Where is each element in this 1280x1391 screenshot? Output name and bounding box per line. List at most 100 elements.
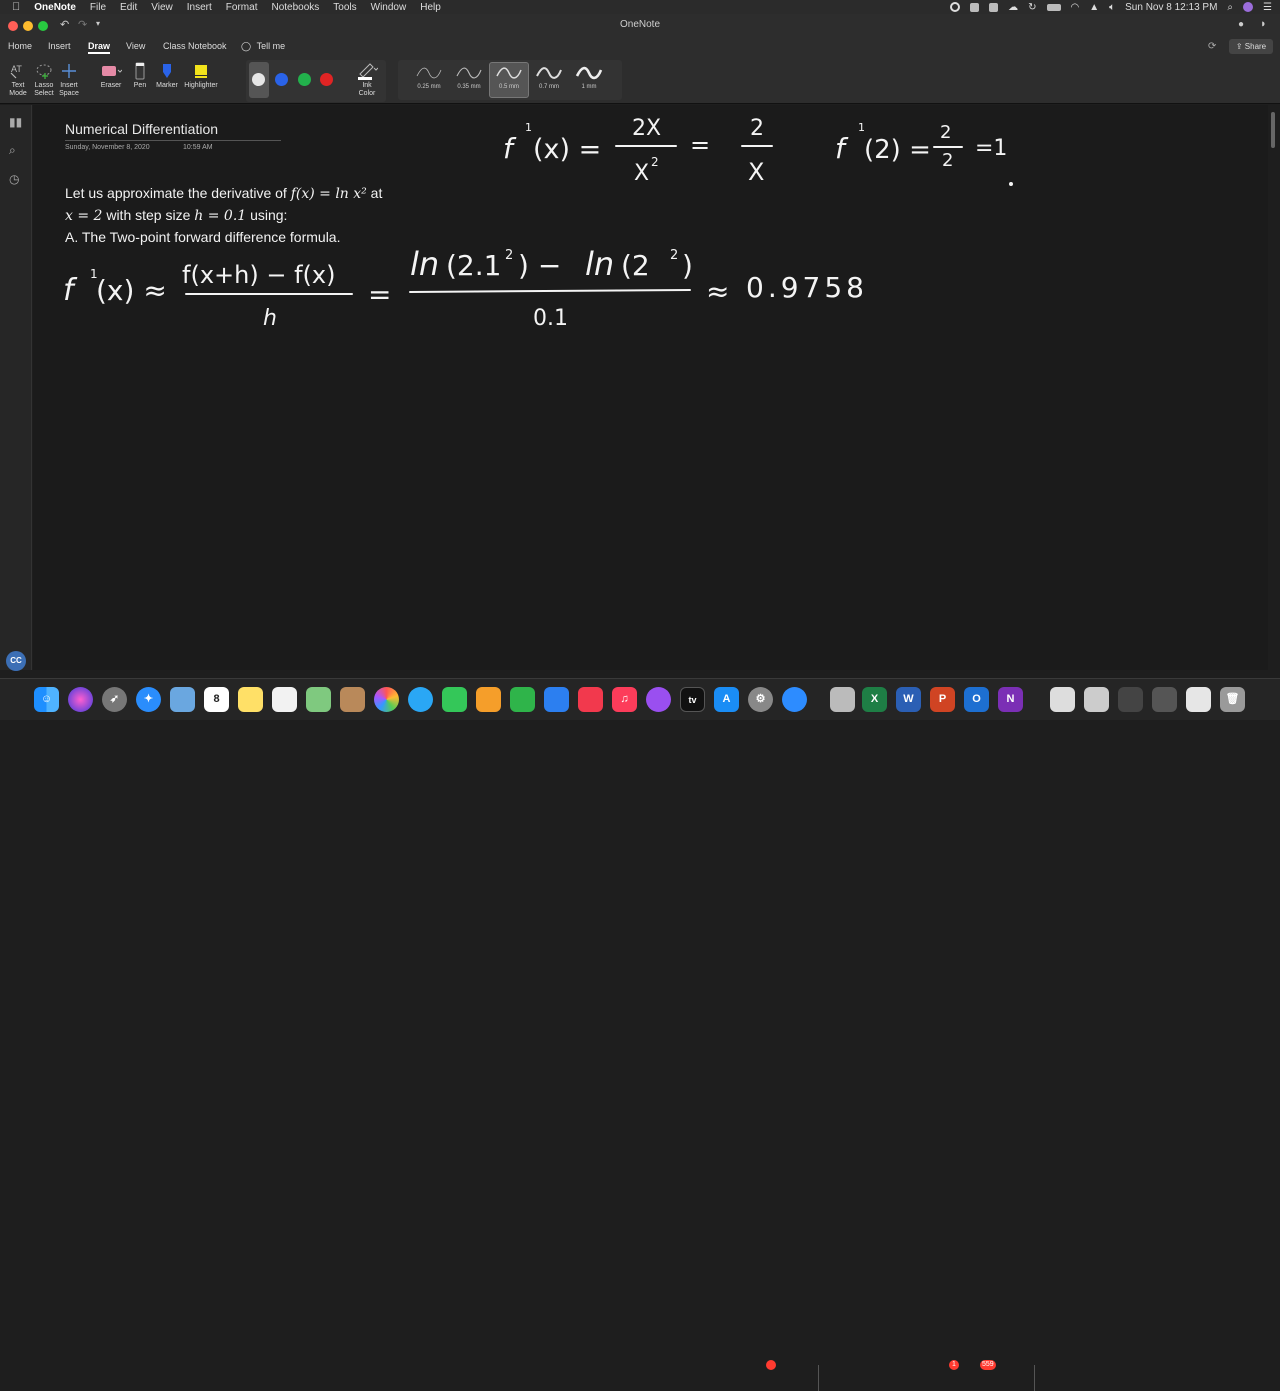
- excel-icon: X: [870, 693, 879, 705]
- captions-button[interactable]: CC: [6, 651, 26, 671]
- ribbon-tabs: Home Insert Draw View Class Notebook ◯ T…: [0, 38, 1280, 56]
- pen-size-0-35[interactable]: 0.35 mm: [449, 64, 489, 90]
- menu-app-name[interactable]: OneNote: [34, 2, 76, 13]
- dock-outlook[interactable]: O: [964, 687, 989, 712]
- tab-draw[interactable]: Draw: [88, 41, 111, 54]
- screen-icon[interactable]: [970, 2, 980, 12]
- menu-help[interactable]: Help: [420, 2, 441, 13]
- dock-documents[interactable]: [1050, 687, 1075, 712]
- dock-safari[interactable]: ✦: [136, 687, 161, 712]
- handwritten-ink[interactable]: f 1 (x) = 2X X 2 = 2 X f 1 (2) = 2 2 =1 …: [33, 105, 1268, 670]
- ink-color-blue[interactable]: [275, 73, 288, 86]
- dock-numbers[interactable]: [510, 687, 535, 712]
- dock-powerpoint[interactable]: P: [930, 687, 955, 712]
- dock-siri[interactable]: [68, 687, 93, 712]
- svg-text:=1: =1: [975, 136, 1007, 161]
- menu-insert[interactable]: Insert: [187, 2, 212, 13]
- share-icon: ⇪: [1235, 42, 1243, 51]
- pen-size-0-5[interactable]: 0.5 mm: [489, 64, 529, 90]
- svg-text:(x) ≈: (x) ≈: [96, 274, 167, 307]
- pen-button[interactable]: Pen: [130, 62, 150, 90]
- dock-reminders[interactable]: [272, 687, 297, 712]
- menu-file[interactable]: File: [90, 2, 106, 13]
- cloud-icon[interactable]: ☁: [1008, 2, 1018, 13]
- dock-downloads[interactable]: [1084, 687, 1109, 712]
- dock-onenote[interactable]: N: [998, 687, 1023, 712]
- ink-color-white[interactable]: [252, 73, 265, 86]
- dock-system-preferences[interactable]: ⚙: [748, 687, 773, 712]
- ink-color-green[interactable]: [298, 73, 311, 86]
- pen-size-1[interactable]: 1 mm: [569, 64, 609, 90]
- dock-keynote[interactable]: [544, 687, 569, 712]
- sync-icon[interactable]: ↻: [1028, 2, 1036, 13]
- menu-view[interactable]: View: [151, 2, 173, 13]
- text-mode-button[interactable]: AT Text Mode: [6, 62, 30, 98]
- dock-stack-1[interactable]: [1118, 687, 1143, 712]
- page-scrollbar[interactable]: [1271, 112, 1275, 148]
- dock-word[interactable]: W: [896, 687, 921, 712]
- dock-finder[interactable]: ☺: [34, 687, 59, 712]
- eraser-button[interactable]: Eraser: [97, 62, 125, 90]
- ink-color-button[interactable]: Ink Color: [350, 62, 384, 98]
- dock-notes[interactable]: [238, 687, 263, 712]
- menu-edit[interactable]: Edit: [120, 2, 137, 13]
- tab-class-notebook[interactable]: Class Notebook: [163, 41, 227, 51]
- dock-calendar[interactable]: 8: [204, 687, 229, 712]
- menu-window[interactable]: Window: [371, 2, 407, 13]
- tab-view[interactable]: View: [126, 41, 145, 51]
- dock-news[interactable]: [578, 687, 603, 712]
- lightbulb-icon[interactable]: ●: [1238, 19, 1244, 30]
- highlighter-button[interactable]: Highlighter: [182, 62, 220, 90]
- tell-me-search[interactable]: ◯ Tell me: [241, 41, 285, 52]
- dock-music[interactable]: ♫: [612, 687, 637, 712]
- menu-tools[interactable]: Tools: [333, 2, 356, 13]
- dock-launchpad[interactable]: ➶: [102, 687, 127, 712]
- pen-size-0-25[interactable]: 0.25 mm: [409, 64, 449, 90]
- dock-tv[interactable]: tv: [680, 687, 705, 712]
- window-icon[interactable]: [989, 2, 999, 12]
- insert-space-button[interactable]: Insert Space: [57, 62, 81, 98]
- airplay-icon[interactable]: ▲: [1089, 2, 1099, 13]
- dock-maps[interactable]: [306, 687, 331, 712]
- menu-notebooks[interactable]: Notebooks: [271, 2, 319, 13]
- tab-home[interactable]: Home: [8, 41, 32, 51]
- menubar-clock[interactable]: Sun Nov 8 12:13 PM: [1125, 2, 1217, 13]
- dock-app-store[interactable]: A: [714, 687, 739, 712]
- siri-icon[interactable]: [1243, 2, 1254, 12]
- user-icon[interactable]: ◗: [1260, 18, 1267, 30]
- dock-photos[interactable]: [374, 687, 399, 712]
- dock-screenshot[interactable]: [830, 687, 855, 712]
- recent-clock-icon[interactable]: ◷: [9, 172, 19, 186]
- spotlight-icon[interactable]: ⌕: [1227, 2, 1233, 13]
- ink-color-red[interactable]: [320, 73, 333, 86]
- pen-label: Pen: [133, 82, 147, 89]
- wifi-icon[interactable]: ◠: [1071, 2, 1080, 13]
- dock-stack-2[interactable]: [1152, 687, 1177, 712]
- dock-excel[interactable]: X: [862, 687, 887, 712]
- sync-status-icon[interactable]: ⟳: [1208, 41, 1216, 52]
- notebooks-icon[interactable]: ▮▮: [9, 115, 22, 129]
- svg-text:h: h: [263, 306, 277, 331]
- control-center-icon[interactable]: ☰: [1263, 2, 1272, 13]
- record-icon[interactable]: [950, 2, 961, 12]
- pen-size-0-7[interactable]: 0.7 mm: [529, 64, 569, 90]
- dock-preview[interactable]: [170, 687, 195, 712]
- dock-podcasts[interactable]: [646, 687, 671, 712]
- dock-stack-3[interactable]: [1186, 687, 1211, 712]
- dock-trash[interactable]: 🗑︎: [1220, 687, 1245, 712]
- battery-icon[interactable]: [1046, 3, 1061, 11]
- dock-messages[interactable]: [408, 687, 433, 712]
- tab-insert[interactable]: Insert: [48, 41, 71, 51]
- search-icon[interactable]: ⌕: [9, 143, 16, 158]
- dock-pages[interactable]: [476, 687, 501, 712]
- lightbulb-icon: ◯: [241, 41, 252, 51]
- dock-zoom[interactable]: [782, 687, 807, 712]
- lasso-select-button[interactable]: Lasso Select: [32, 62, 56, 98]
- share-button[interactable]: ⇪ Share: [1229, 39, 1273, 54]
- dock-contacts[interactable]: [340, 687, 365, 712]
- marker-button[interactable]: Marker: [154, 62, 180, 90]
- menu-format[interactable]: Format: [226, 2, 258, 13]
- dock-facetime[interactable]: [442, 687, 467, 712]
- apple-menu-icon[interactable]: : [12, 1, 20, 13]
- volume-icon[interactable]: 🔈︎: [1109, 2, 1115, 13]
